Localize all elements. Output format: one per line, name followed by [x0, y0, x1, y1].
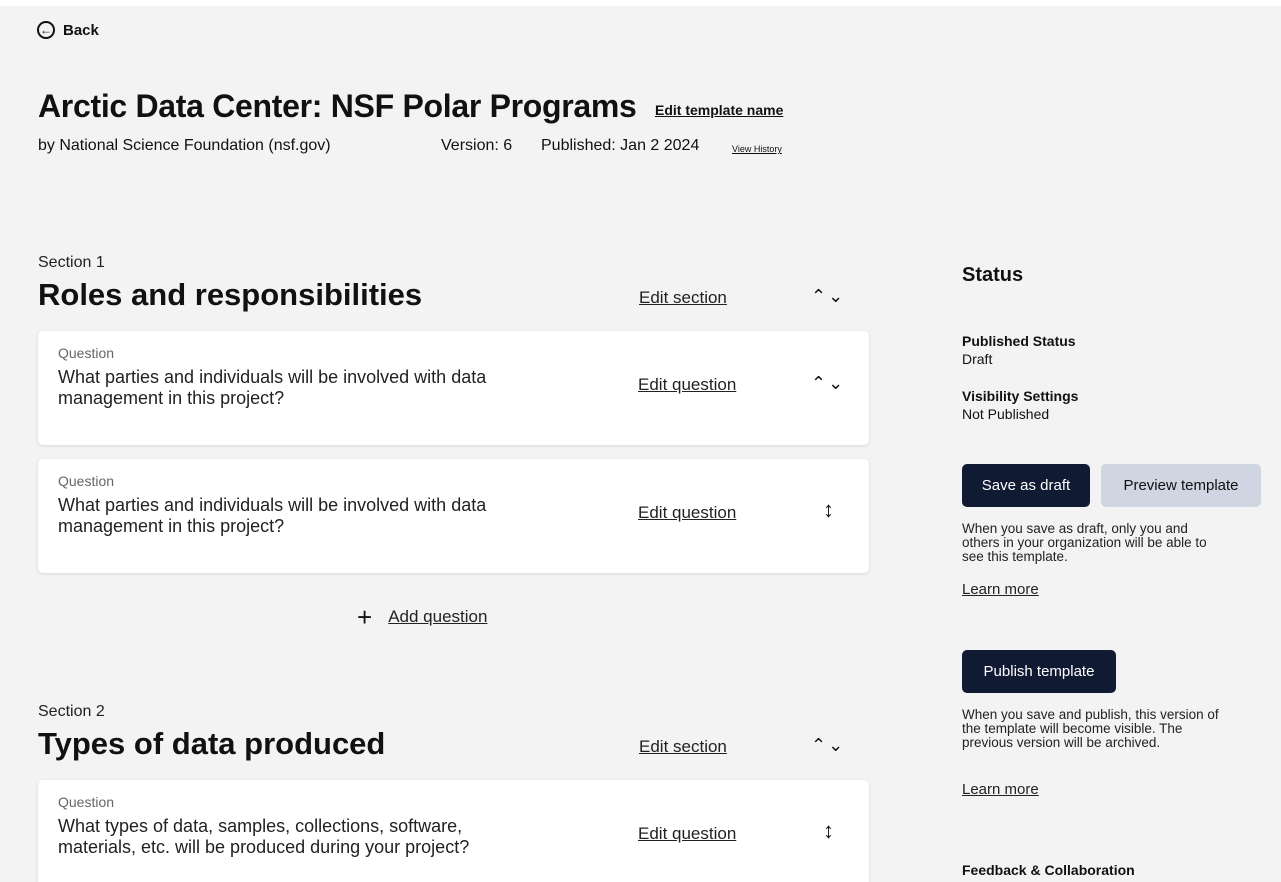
visibility-settings-value: Not Published [962, 406, 1050, 422]
question-reorder-controls: ⌃⌄ [811, 373, 845, 394]
visibility-settings-label: Visibility Settings [962, 388, 1079, 404]
back-label: Back [63, 21, 99, 39]
add-question-button[interactable]: + Add question [357, 604, 487, 630]
vertical-arrows-icon[interactable]: ↕ [823, 499, 834, 521]
published-status-value: Draft [962, 351, 993, 367]
page-title: Arctic Data Center: NSF Polar Programs [38, 88, 637, 124]
edit-template-name-link[interactable]: Edit template name [655, 102, 783, 118]
back-link[interactable]: ← Back [37, 21, 99, 39]
question-card: Question What parties and individuals wi… [38, 331, 869, 445]
learn-more-link[interactable]: Learn more [962, 781, 1039, 798]
published-status-label: Published Status [962, 333, 1076, 349]
template-editor-page: ← Back Arctic Data Center: NSF Polar Pro… [0, 6, 1281, 882]
chevron-down-icon[interactable]: ⌄ [828, 735, 845, 755]
question-card: Question What types of data, samples, co… [38, 780, 869, 882]
edit-section-link[interactable]: Edit section [639, 737, 727, 757]
chevron-up-icon[interactable]: ⌃ [811, 735, 828, 755]
status-heading: Status [962, 264, 1024, 286]
publish-note: When you save and publish, this version … [962, 707, 1219, 750]
published-date: Published: Jan 2 2024 [541, 137, 700, 154]
question-label: Question [58, 794, 115, 810]
section-label: Section 1 [38, 254, 105, 271]
section-label: Section 2 [38, 703, 105, 720]
back-arrow-circle-icon: ← [37, 21, 55, 39]
question-text: What types of data, samples, collections… [58, 816, 470, 857]
question-label: Question [58, 345, 115, 361]
section-title: Roles and responsibilities [38, 277, 423, 312]
chevron-down-icon[interactable]: ⌄ [828, 373, 845, 393]
publish-template-button[interactable]: Publish template [962, 650, 1116, 693]
section-reorder-controls: ⌃⌄ [811, 286, 845, 307]
section-reorder-controls: ⌃⌄ [811, 735, 845, 756]
chevron-down-icon[interactable]: ⌄ [828, 286, 845, 306]
vertical-arrows-icon[interactable]: ↕ [823, 820, 834, 842]
chevron-up-icon[interactable]: ⌃ [811, 373, 828, 393]
learn-more-link[interactable]: Learn more [962, 581, 1039, 598]
version-text: Version: 6 [441, 137, 513, 154]
question-text: What parties and individuals will be inv… [58, 495, 487, 536]
edit-section-link[interactable]: Edit section [639, 288, 727, 308]
draft-note: When you save as draft, only you and oth… [962, 521, 1207, 564]
plus-icon: + [357, 602, 373, 632]
edit-question-link[interactable]: Edit question [638, 375, 736, 395]
preview-template-button[interactable]: Preview template [1101, 464, 1261, 507]
save-as-draft-button[interactable]: Save as draft [962, 464, 1090, 507]
edit-question-link[interactable]: Edit question [638, 824, 736, 844]
question-label: Question [58, 473, 115, 489]
question-text: What parties and individuals will be inv… [58, 367, 487, 408]
chevron-up-icon[interactable]: ⌃ [811, 286, 828, 306]
view-history-link[interactable]: View History [732, 144, 782, 154]
question-card: Question What parties and individuals wi… [38, 459, 869, 573]
section-title: Types of data produced [38, 726, 386, 761]
feedback-heading: Feedback & Collaboration [962, 862, 1135, 878]
organization-text: by National Science Foundation (nsf.gov) [38, 137, 331, 154]
edit-question-link[interactable]: Edit question [638, 503, 736, 523]
add-question-label: Add question [388, 607, 488, 626]
